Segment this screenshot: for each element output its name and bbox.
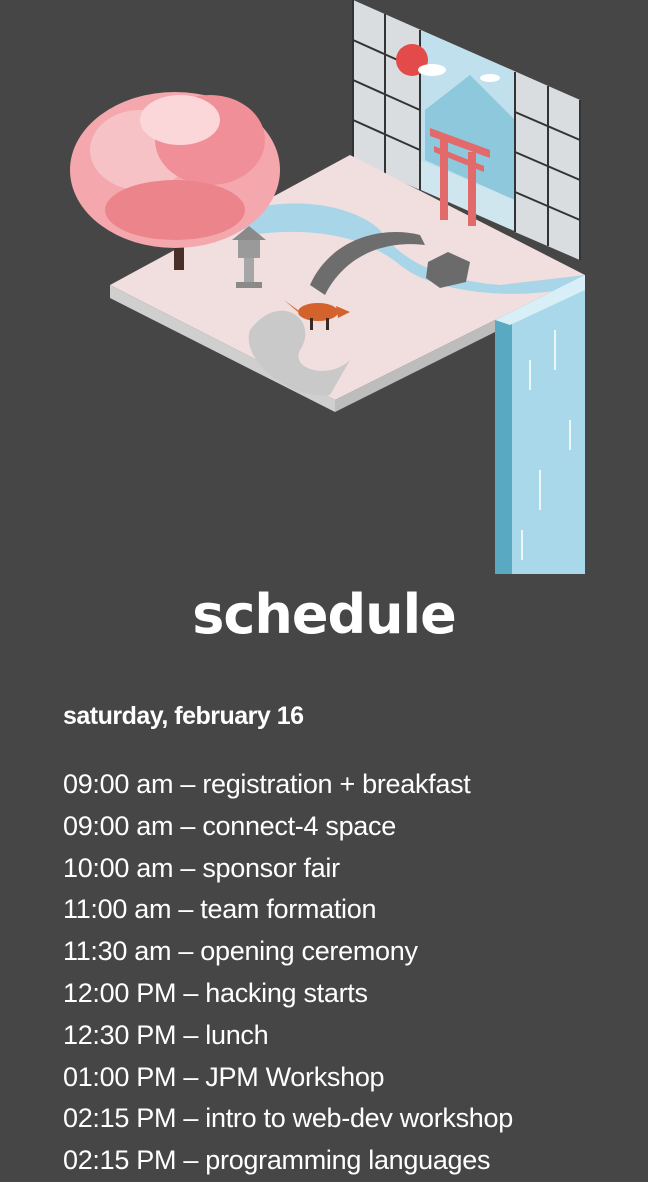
event-label: lunch	[205, 1019, 269, 1050]
waterfall-icon	[495, 275, 585, 574]
event-time: 02:15 PM	[63, 1145, 177, 1176]
event-label: registration + breakfast	[202, 769, 471, 799]
event-time: 02:15 PM	[63, 1103, 177, 1134]
event-label: intro to web-dev workshop	[205, 1103, 513, 1134]
schedule-item: 01:00 PM – JPM Workshop	[63, 1061, 385, 1092]
schedule-item: 02:15 PM – programming languages	[63, 1145, 491, 1176]
event-label: JPM Workshop	[205, 1061, 385, 1092]
event-time: 12:00 PM	[63, 977, 177, 1008]
event-time: 12:30 PM	[63, 1019, 177, 1050]
schedule-item: 11:30 am – opening ceremony	[63, 936, 418, 967]
event-time: 01:00 PM	[63, 1061, 177, 1092]
schedule-list: 09:00 am – registration + breakfast 09:0…	[63, 764, 513, 1182]
event-label: opening ceremony	[200, 936, 418, 967]
schedule-item: 11:00 am – team formation	[63, 894, 377, 925]
event-label: team formation	[200, 894, 377, 925]
event-time: 10:00 am	[63, 852, 174, 883]
schedule-item: 10:00 am – sponsor fair	[63, 852, 340, 883]
schedule-item: 09:00 am – registration + breakfast	[63, 769, 471, 799]
event-time: 09:00 am	[63, 810, 174, 841]
schedule-item: 09:00 am – connect-4 space	[63, 810, 396, 841]
event-time: 11:30 am	[63, 936, 172, 967]
page-title: schedule	[192, 583, 456, 646]
event-label: hacking starts	[205, 977, 368, 1008]
event-label: sponsor fair	[202, 852, 340, 883]
event-time: 11:00 am	[63, 894, 172, 925]
event-time: 09:00 am	[63, 769, 174, 799]
schedule-item: 02:15 PM – intro to web-dev workshop	[63, 1103, 513, 1134]
schedule-item: 12:30 PM – lunch	[63, 1019, 269, 1050]
event-label: connect-4 space	[202, 810, 396, 841]
event-label: programming languages	[205, 1145, 491, 1176]
day-heading: saturday, february 16	[63, 702, 304, 730]
hero-illustration	[0, 0, 648, 580]
schedule-item: 12:00 PM – hacking starts	[63, 977, 368, 1008]
